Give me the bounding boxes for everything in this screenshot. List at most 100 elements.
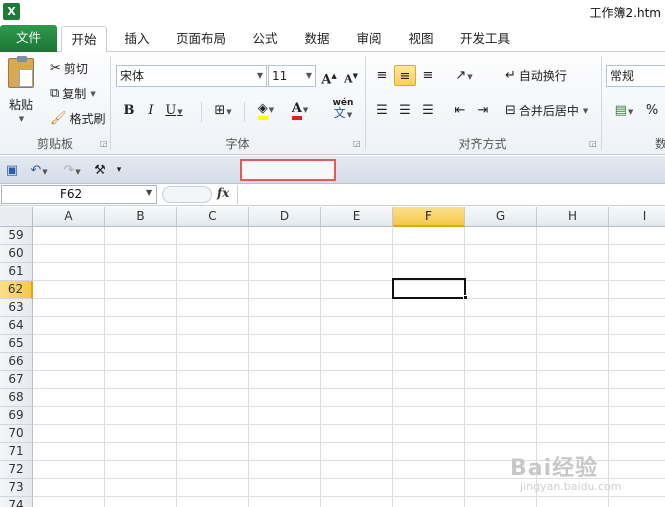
excel-app-icon[interactable]: X <box>3 3 20 20</box>
percent-button[interactable]: % <box>641 100 663 121</box>
clipboard-launcher-icon[interactable]: ◲ <box>100 139 108 148</box>
formula-input[interactable] <box>237 185 665 204</box>
insert-function-icon[interactable]: fx <box>217 186 229 200</box>
font-color-button[interactable]: A▼ <box>284 98 316 120</box>
row-header-65[interactable]: 65 <box>0 335 33 353</box>
currency-icon: ▤ <box>614 103 627 118</box>
row-header-64[interactable]: 64 <box>0 317 33 335</box>
copy-button[interactable]: ⧉ 复制 ▼ <box>50 85 96 102</box>
borders-button[interactable]: ⊞▼ <box>207 100 239 121</box>
phonetic-guide-button[interactable]: wén 文▼ <box>326 98 360 119</box>
row-header-62[interactable]: 62 <box>0 281 33 299</box>
paste-dropdown-icon[interactable]: ▼ <box>19 115 24 123</box>
column-header-a[interactable]: A <box>33 207 105 227</box>
tab-insert[interactable]: 插入 <box>115 26 159 52</box>
increase-indent-button[interactable]: ⇥ <box>472 100 494 121</box>
tab-view[interactable]: 视图 <box>399 26 443 52</box>
paste-button[interactable]: 粘贴 ▼ <box>8 56 34 123</box>
row-header-59[interactable]: 59 <box>0 227 33 245</box>
font-size-value: 11 <box>272 69 288 83</box>
merge-center-button[interactable]: ⊟ 合并后居中 ▼ <box>505 102 588 119</box>
row-header-73[interactable]: 73 <box>0 479 33 497</box>
row-header-71[interactable]: 71 <box>0 443 33 461</box>
row-header-69[interactable]: 69 <box>0 407 33 425</box>
column-header-b[interactable]: B <box>105 207 177 227</box>
accounting-format-button[interactable]: ▤▼ <box>609 100 639 121</box>
column-header-c[interactable]: C <box>177 207 249 227</box>
font-size-combo[interactable]: 11 ▼ <box>268 65 316 87</box>
name-box-dropdown-icon[interactable]: ▼ <box>146 188 152 197</box>
row-header-70[interactable]: 70 <box>0 425 33 443</box>
fill-color-button[interactable]: ◈▼ <box>250 98 282 120</box>
row-header-67[interactable]: 67 <box>0 371 33 389</box>
tab-home[interactable]: 开始 <box>61 26 107 53</box>
column-header-e[interactable]: E <box>321 207 393 227</box>
fill-color-dropdown-icon[interactable]: ▼ <box>269 106 274 114</box>
font-name-dropdown-icon[interactable]: ▼ <box>257 66 263 86</box>
font-size-dropdown-icon[interactable]: ▼ <box>306 66 312 86</box>
copy-dropdown-icon[interactable]: ▼ <box>90 90 95 98</box>
baidu-watermark: Bai经验 <box>510 456 599 481</box>
format-painter-label: 格式刷 <box>69 112 106 126</box>
font-launcher-icon[interactable]: ◲ <box>353 139 361 148</box>
align-center-button[interactable]: ☰ <box>394 100 416 121</box>
redo-button[interactable]: ↷▼ <box>57 160 87 181</box>
tab-data[interactable]: 数据 <box>295 26 339 52</box>
tools-button[interactable]: ⚒ <box>89 160 111 181</box>
tab-page-layout[interactable]: 页面布局 <box>166 26 236 52</box>
select-all-corner[interactable] <box>0 207 33 227</box>
borders-dropdown-icon[interactable]: ▼ <box>226 108 231 116</box>
font-color-dropdown-icon[interactable]: ▼ <box>303 106 308 114</box>
format-painter-button[interactable]: 🖌 格式刷 <box>50 110 106 127</box>
number-format-combo[interactable]: 常规 <box>606 65 665 87</box>
column-header-i[interactable]: I <box>609 207 665 227</box>
row-header-60[interactable]: 60 <box>0 245 33 263</box>
merge-dropdown-icon[interactable]: ▼ <box>583 107 588 115</box>
customize-qat-button[interactable]: ▾ <box>112 160 126 181</box>
grow-font-button[interactable]: A▲ <box>318 65 340 88</box>
undo-dropdown-icon[interactable]: ▼ <box>42 168 47 176</box>
tab-formulas[interactable]: 公式 <box>243 26 287 52</box>
shrink-font-button[interactable]: A▼ <box>340 65 362 86</box>
align-top-button[interactable]: ≡ <box>371 65 393 86</box>
align-right-button[interactable]: ☰ <box>417 100 439 121</box>
align-left-button[interactable]: ☰ <box>371 100 393 121</box>
tab-file[interactable]: 文件 <box>0 25 57 52</box>
column-header-h[interactable]: H <box>537 207 609 227</box>
row-header-74[interactable]: 74 <box>0 497 33 507</box>
column-header-f[interactable]: F <box>393 207 465 227</box>
italic-button[interactable]: I <box>140 100 162 121</box>
align-bottom-button[interactable]: ≡ <box>417 65 439 86</box>
tab-review[interactable]: 审阅 <box>347 26 391 52</box>
accounting-dropdown-icon[interactable]: ▼ <box>628 108 633 116</box>
align-middle-button[interactable]: ≡ <box>394 65 416 86</box>
active-cell[interactable] <box>392 278 466 299</box>
wrap-text-button[interactable]: ↵ 自动换行 <box>505 67 567 84</box>
fill-handle[interactable] <box>463 295 468 300</box>
wrap-text-icon: ↵ <box>505 68 516 83</box>
undo-button[interactable]: ↶▼ <box>24 160 54 181</box>
row-header-63[interactable]: 63 <box>0 299 33 317</box>
bold-button[interactable]: B <box>118 100 140 121</box>
save-button[interactable]: ▣ <box>3 160 21 181</box>
row-header-72[interactable]: 72 <box>0 461 33 479</box>
formula-bar-divider[interactable] <box>162 186 212 203</box>
cut-button[interactable]: ✂ 剪切 <box>50 60 88 77</box>
decrease-indent-button[interactable]: ⇤ <box>449 100 471 121</box>
underline-button[interactable]: U▼ <box>163 100 185 121</box>
alignment-launcher-icon[interactable]: ◲ <box>589 139 597 148</box>
column-header-d[interactable]: D <box>249 207 321 227</box>
row-header-68[interactable]: 68 <box>0 389 33 407</box>
font-name-combo[interactable]: 宋体 ▼ <box>116 65 267 87</box>
row-header-66[interactable]: 66 <box>0 353 33 371</box>
phonetic-dropdown-icon[interactable]: ▼ <box>347 111 352 119</box>
column-header-g[interactable]: G <box>465 207 537 227</box>
orientation-button[interactable]: ↗▼ <box>448 65 480 86</box>
name-box[interactable]: F62 <box>1 185 157 204</box>
grow-font-icon: A <box>321 72 332 88</box>
orientation-dropdown-icon[interactable]: ▼ <box>467 73 472 81</box>
tab-developer[interactable]: 开发工具 <box>452 26 518 52</box>
row-header-61[interactable]: 61 <box>0 263 33 281</box>
redo-dropdown-icon[interactable]: ▼ <box>75 168 80 176</box>
underline-dropdown-icon[interactable]: ▼ <box>177 108 182 116</box>
